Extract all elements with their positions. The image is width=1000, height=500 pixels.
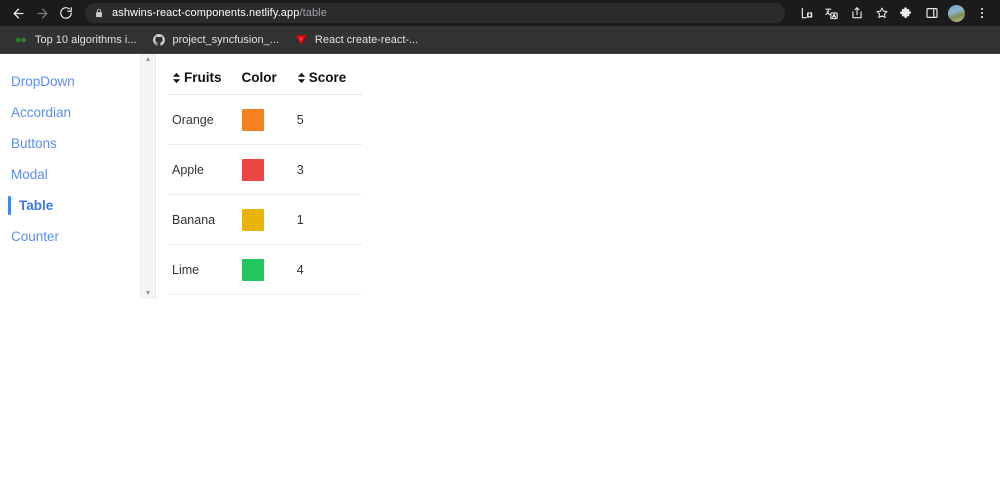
bookmark-label: React create-react-... bbox=[314, 33, 419, 46]
forward-button[interactable] bbox=[30, 2, 54, 24]
sort-toggle-icon[interactable] bbox=[297, 72, 306, 84]
browser-toolbar: ashwins-react-components.netlify.app/tab… bbox=[0, 0, 1000, 26]
color-swatch bbox=[241, 158, 264, 181]
cell-fruit: Lime bbox=[168, 244, 238, 295]
page-content: DropDown Accordian Buttons Modal Table C… bbox=[0, 54, 1000, 500]
column-header-score[interactable]: Score bbox=[292, 66, 363, 95]
table-row: Lime 4 bbox=[168, 244, 363, 295]
cell-fruit: Banana bbox=[168, 194, 238, 245]
sidebar-nav: DropDown Accordian Buttons Modal Table C… bbox=[0, 54, 140, 299]
table-row: Banana 1 bbox=[168, 194, 363, 245]
toolbar-actions bbox=[794, 2, 994, 24]
extensions-puzzle-icon[interactable] bbox=[894, 2, 919, 24]
url-path: /table bbox=[299, 7, 327, 19]
cell-fruit: Orange bbox=[168, 94, 238, 145]
cell-color bbox=[237, 94, 293, 145]
bookmarks-bar: Top 10 algorithms i... project_syncfusio… bbox=[0, 26, 1000, 54]
bookmark-label: Top 10 algorithms i... bbox=[35, 33, 137, 46]
column-header-color[interactable]: Color bbox=[237, 66, 293, 95]
table-head: Fruits Color Score bbox=[168, 66, 363, 95]
bookmark-item[interactable]: project_syncfusion_... bbox=[144, 29, 286, 51]
sort-desc-icon[interactable] bbox=[172, 78, 181, 84]
cell-score: 4 bbox=[292, 244, 363, 295]
sidebar-item-label: Buttons bbox=[11, 136, 57, 151]
cell-score: 1 bbox=[292, 194, 363, 245]
sidebar-item-label: DropDown bbox=[11, 74, 75, 89]
bookmark-star-icon[interactable] bbox=[869, 2, 894, 24]
chrome-menu-icon[interactable] bbox=[969, 2, 994, 24]
address-bar[interactable]: ashwins-react-components.netlify.app/tab… bbox=[85, 3, 785, 23]
translate-icon[interactable] bbox=[819, 2, 844, 24]
back-button[interactable] bbox=[6, 2, 30, 24]
sidebar-item-label: Modal bbox=[11, 167, 48, 182]
sidebar-item-table[interactable]: Table bbox=[0, 190, 140, 221]
table-row: Apple 3 bbox=[168, 144, 363, 195]
share-icon[interactable] bbox=[844, 2, 869, 24]
red-triangle-icon bbox=[293, 32, 309, 48]
column-header-label: Score bbox=[308, 70, 347, 85]
lock-icon[interactable] bbox=[94, 8, 104, 18]
bookmark-label: project_syncfusion_... bbox=[172, 33, 279, 46]
scrollbar-thumb[interactable] bbox=[143, 66, 153, 287]
reload-button[interactable] bbox=[54, 2, 78, 24]
scroll-up-arrow-icon[interactable]: ▲ bbox=[145, 56, 152, 63]
table-header-row: Fruits Color Score bbox=[168, 66, 363, 95]
avatar bbox=[948, 4, 965, 22]
cell-color bbox=[237, 244, 293, 295]
cell-color bbox=[237, 144, 293, 195]
install-app-icon[interactable] bbox=[794, 2, 819, 24]
sidebar: DropDown Accordian Buttons Modal Table C… bbox=[0, 54, 156, 299]
scroll-down-arrow-icon[interactable]: ▼ bbox=[145, 290, 152, 297]
goggles-icon bbox=[13, 32, 29, 48]
sidebar-item-label: Counter bbox=[11, 229, 60, 244]
fruits-table: Fruits Color Score Orange 5 Apple 3 Bana… bbox=[168, 66, 363, 295]
column-header-fruits[interactable]: Fruits bbox=[168, 66, 238, 95]
url-text: ashwins-react-components.netlify.app/tab… bbox=[112, 7, 327, 19]
sidebar-item-modal[interactable]: Modal bbox=[0, 159, 140, 190]
sort-toggle-icon[interactable] bbox=[172, 72, 181, 84]
table-container: Fruits Color Score Orange 5 Apple 3 Bana… bbox=[156, 54, 363, 295]
side-panel-icon[interactable] bbox=[919, 2, 944, 24]
bookmark-item[interactable]: Top 10 algorithms i... bbox=[6, 29, 144, 51]
sidebar-scrollbar[interactable]: ▲ ▼ bbox=[140, 54, 155, 299]
url-domain: ashwins-react-components.netlify.app bbox=[112, 7, 300, 19]
active-indicator bbox=[8, 196, 11, 215]
column-header-label: Color bbox=[241, 70, 277, 85]
sidebar-item-counter[interactable]: Counter bbox=[0, 221, 140, 252]
table-body: Orange 5 Apple 3 Banana 1 Lime 4 bbox=[168, 94, 363, 295]
sidebar-item-label: Table bbox=[19, 198, 54, 213]
sidebar-item-accordian[interactable]: Accordian bbox=[0, 97, 140, 128]
cell-score: 3 bbox=[292, 144, 363, 195]
sidebar-item-buttons[interactable]: Buttons bbox=[0, 128, 140, 159]
color-swatch bbox=[241, 108, 264, 131]
bookmark-item[interactable]: React create-react-... bbox=[286, 29, 425, 51]
sidebar-item-dropdown[interactable]: DropDown bbox=[0, 66, 140, 97]
cell-fruit: Apple bbox=[168, 144, 238, 195]
github-icon bbox=[151, 32, 167, 48]
color-swatch bbox=[241, 258, 264, 281]
profile-avatar[interactable] bbox=[944, 2, 969, 24]
sidebar-item-label: Accordian bbox=[11, 105, 72, 120]
color-swatch bbox=[241, 208, 264, 231]
cell-score: 5 bbox=[292, 94, 363, 145]
sort-desc-icon[interactable] bbox=[297, 78, 306, 84]
cell-color bbox=[237, 194, 293, 245]
column-header-label: Fruits bbox=[184, 70, 222, 85]
table-row: Orange 5 bbox=[168, 94, 363, 145]
